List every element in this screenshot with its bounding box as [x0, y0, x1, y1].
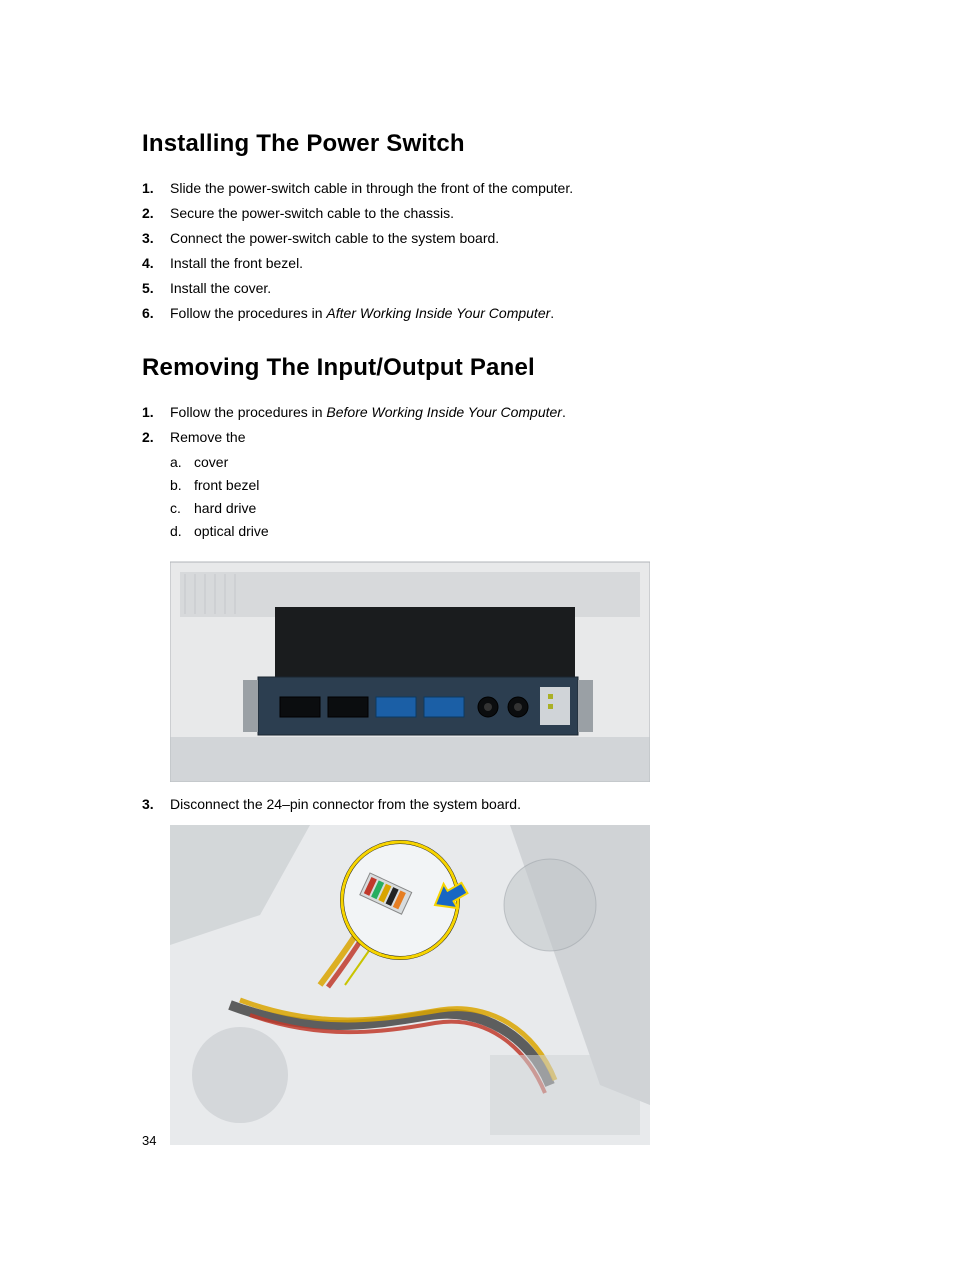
- step-number: 1.: [142, 178, 170, 199]
- step-number: 2.: [142, 427, 170, 448]
- install-steps-list: 1. Slide the power-switch cable in throu…: [142, 178, 874, 324]
- step-text: Slide the power-switch cable in through …: [170, 178, 874, 199]
- step-text: Install the cover.: [170, 278, 874, 299]
- sub-letter: a.: [170, 452, 194, 473]
- step-text: Disconnect the 24–pin connector from the…: [170, 794, 874, 815]
- list-item: 5. Install the cover.: [142, 278, 874, 299]
- step-text: Secure the power-switch cable to the cha…: [170, 203, 874, 224]
- step-number: 3.: [142, 794, 170, 815]
- sublist: a. cover b. front bezel c. hard drive d.…: [170, 452, 874, 542]
- sublist-item: d. optical drive: [170, 521, 874, 542]
- step-text: Remove the: [170, 427, 874, 448]
- connector-figure: [170, 825, 650, 1145]
- step-number: 4.: [142, 253, 170, 274]
- step-number: 6.: [142, 303, 170, 324]
- list-item: 6. Follow the procedures in After Workin…: [142, 303, 874, 324]
- sub-letter: d.: [170, 521, 194, 542]
- list-item: 3. Connect the power-switch cable to the…: [142, 228, 874, 249]
- sub-letter: c.: [170, 498, 194, 519]
- step-text: Connect the power-switch cable to the sy…: [170, 228, 874, 249]
- list-item: 4. Install the front bezel.: [142, 253, 874, 274]
- page-number: 34: [142, 1133, 156, 1148]
- remove-steps-list: 1. Follow the procedures in Before Worki…: [142, 402, 874, 1145]
- step-text: Follow the procedures in After Working I…: [170, 303, 874, 324]
- step-text: Install the front bezel.: [170, 253, 874, 274]
- io-panel-figure: [170, 552, 650, 782]
- sublist-item: b. front bezel: [170, 475, 874, 496]
- sub-letter: b.: [170, 475, 194, 496]
- list-item: 2. Remove the: [142, 427, 874, 448]
- step-number: 5.: [142, 278, 170, 299]
- step-number: 3.: [142, 228, 170, 249]
- step-number: 2.: [142, 203, 170, 224]
- section-heading-1: Installing The Power Switch: [142, 130, 874, 158]
- sublist-item: c. hard drive: [170, 498, 874, 519]
- list-item: 1. Follow the procedures in Before Worki…: [142, 402, 874, 423]
- list-item: 1. Slide the power-switch cable in throu…: [142, 178, 874, 199]
- step-text: Follow the procedures in Before Working …: [170, 402, 874, 423]
- step-number: 1.: [142, 402, 170, 423]
- section-heading-2: Removing The Input/Output Panel: [142, 354, 874, 382]
- sublist-item: a. cover: [170, 452, 874, 473]
- list-item: 3. Disconnect the 24–pin connector from …: [142, 794, 874, 815]
- list-item: 2. Secure the power-switch cable to the …: [142, 203, 874, 224]
- sub-text: hard drive: [194, 498, 256, 519]
- sub-text: cover: [194, 452, 228, 473]
- sub-text: optical drive: [194, 521, 269, 542]
- sub-text: front bezel: [194, 475, 259, 496]
